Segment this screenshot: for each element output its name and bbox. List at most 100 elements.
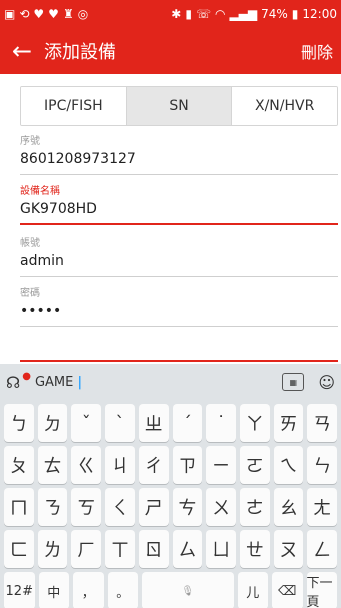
key[interactable]: ㄛ xyxy=(239,446,270,484)
back-arrow-icon: ← xyxy=(11,37,33,65)
key[interactable]: ㄇ xyxy=(4,488,34,526)
tab-sn[interactable]: SN xyxy=(125,87,232,125)
serial-input[interactable]: 8601208973127 xyxy=(20,147,338,175)
key[interactable]: ㄠ xyxy=(273,488,304,526)
key[interactable]: ㄔ xyxy=(138,446,169,484)
key[interactable]: ㄉ xyxy=(37,404,68,442)
key[interactable]: ㄨ xyxy=(206,488,236,526)
message-icon: ▣ xyxy=(4,7,16,21)
account-input[interactable]: admin xyxy=(20,249,338,277)
keyboard-switch-icon[interactable]: ▦ xyxy=(282,373,305,391)
key[interactable]: ㄈ xyxy=(4,530,34,568)
key[interactable]: ˊ xyxy=(172,404,203,442)
key[interactable]: ˇ xyxy=(71,404,102,442)
divider xyxy=(20,360,338,362)
clock: 12:00 xyxy=(302,7,337,21)
key[interactable]: ㄕ xyxy=(138,488,169,526)
mic-icon: 🎙 xyxy=(181,585,195,597)
key[interactable]: ˙ xyxy=(206,404,236,442)
device-name-field[interactable]: 設備名稱 GK9708HD xyxy=(20,182,338,225)
key[interactable]: ˋ xyxy=(105,404,135,442)
key[interactable]: ㄝ xyxy=(239,530,270,568)
serial-field[interactable]: 序號 8601208973127 xyxy=(20,132,338,175)
password-label: 密碼 xyxy=(20,288,40,299)
page-title: 添加設備 xyxy=(44,42,116,63)
keyboard-row-2: ㄆ ㄊ ㄍ ㄐ ㄔ ㄗ ㄧ ㄛ ㄟ ㄣ xyxy=(0,446,341,484)
key[interactable]: ㄡ xyxy=(273,530,304,568)
key[interactable]: ㄢ xyxy=(307,404,338,442)
app-icon: ♜ xyxy=(62,7,74,21)
language-key[interactable]: 中 xyxy=(38,572,69,608)
key[interactable]: ㄌ xyxy=(37,530,68,568)
key[interactable]: ㄅ xyxy=(4,404,34,442)
symbols-key[interactable]: 12# xyxy=(4,572,35,608)
next-page-key[interactable]: 下一頁 xyxy=(306,572,337,608)
er-key[interactable]: 儿 xyxy=(237,572,268,608)
tab-ipc-fish[interactable]: IPC/FISH xyxy=(21,87,126,125)
key[interactable]: ㄚ xyxy=(239,404,270,442)
soft-keyboard: ☊ ● GAME | ▦ ☺ ㄅ ㄉ ˇ ˋ ㄓ ˊ ˙ ㄚ ㄞ ㄢ ㄆ ㄊ ㄍ… xyxy=(0,364,341,608)
key[interactable]: ㄣ xyxy=(307,446,338,484)
keyboard-row-4: ㄈ ㄌ ㄏ ㄒ ㄖ ㄙ ㄩ ㄝ ㄡ ㄥ xyxy=(0,530,341,568)
key[interactable]: ㄟ xyxy=(273,446,304,484)
keyboard-row-1: ㄅ ㄉ ˇ ˋ ㄓ ˊ ˙ ㄚ ㄞ ㄢ xyxy=(0,404,341,442)
heart-icon: ♥ xyxy=(33,7,45,21)
key[interactable]: ㄗ xyxy=(172,446,203,484)
key[interactable]: ㄘ xyxy=(172,488,203,526)
period-key[interactable]: 。 xyxy=(107,572,138,608)
status-bar: ▣ ⟲ ♥ ♥ ♜ ◎ ✱ ▮ ☏ ◠ ▂▄▆ 74% ▮ 12:00 xyxy=(0,0,341,28)
space-key[interactable]: 🎙 xyxy=(142,572,234,608)
app-icon: ◎ xyxy=(77,7,89,21)
key[interactable]: ㄖ xyxy=(138,530,169,568)
signal-icon: ▂▄▆ xyxy=(229,7,258,21)
key[interactable]: ㄧ xyxy=(206,446,236,484)
key[interactable]: ㄓ xyxy=(138,404,169,442)
key[interactable]: ㄞ xyxy=(273,404,304,442)
battery-percent: 74% xyxy=(261,7,288,21)
keyboard-row-3: ㄇ ㄋ ㄎ ㄑ ㄕ ㄘ ㄨ ㄜ ㄠ ㄤ xyxy=(0,488,341,526)
delete-button[interactable]: 刪除 xyxy=(301,39,341,63)
serial-label: 序號 xyxy=(20,136,40,147)
password-input[interactable]: ••••• xyxy=(20,299,338,327)
keyboard-toolbar: ☊ ● GAME | ▦ ☺ xyxy=(0,364,341,400)
key[interactable]: ㄩ xyxy=(206,530,236,568)
notification-dot-icon: ● xyxy=(22,370,31,382)
key[interactable]: ㄑ xyxy=(105,488,135,526)
backspace-key[interactable]: ⌫ xyxy=(272,572,303,608)
password-field[interactable]: 密碼 ••••• xyxy=(20,284,338,327)
notification-icons: ▣ ⟲ ♥ ♥ ♜ ◎ xyxy=(4,8,88,20)
keyboard-bottom-row: 12# 中 ， 。 🎙 儿 ⌫ 下一頁 xyxy=(0,572,341,608)
nfc-icon: ▮ xyxy=(185,7,192,21)
key[interactable]: ㄏ xyxy=(71,530,102,568)
tab-xnhvr[interactable]: X/N/HVR xyxy=(231,87,337,125)
key[interactable]: ㄍ xyxy=(71,446,102,484)
key[interactable]: ㄋ xyxy=(37,488,68,526)
key[interactable]: ㄐ xyxy=(105,446,135,484)
back-button[interactable]: ← xyxy=(0,28,44,74)
account-label: 帳號 xyxy=(20,238,40,249)
sync-icon: ⟲ xyxy=(19,7,30,21)
keyboard-mode-label[interactable]: GAME xyxy=(35,375,73,390)
key[interactable]: ㄜ xyxy=(239,488,270,526)
wifi-icon: ◠ xyxy=(214,7,226,21)
app-bar: ← 添加設備 刪除 xyxy=(0,28,341,74)
device-name-input[interactable]: GK9708HD xyxy=(20,197,338,225)
emoji-icon[interactable]: ☺ xyxy=(318,373,335,392)
battery-icon: ▮ xyxy=(291,7,299,21)
key[interactable]: ㄥ xyxy=(307,530,338,568)
device-name-label: 設備名稱 xyxy=(20,186,60,197)
key[interactable]: ㄊ xyxy=(37,446,68,484)
account-field[interactable]: 帳號 admin xyxy=(20,234,338,277)
voice-icon[interactable]: ☊ xyxy=(6,373,20,392)
key[interactable]: ㄤ xyxy=(307,488,338,526)
key[interactable]: ㄆ xyxy=(4,446,34,484)
cursor-icon: | xyxy=(77,374,83,390)
comma-key[interactable]: ， xyxy=(73,572,104,608)
call-icon: ☏ xyxy=(195,7,211,21)
bluetooth-icon: ✱ xyxy=(171,7,182,21)
key[interactable]: ㄒ xyxy=(105,530,135,568)
key[interactable]: ㄙ xyxy=(172,530,203,568)
type-tabs: IPC/FISH SN X/N/HVR xyxy=(20,86,338,126)
key[interactable]: ㄎ xyxy=(71,488,102,526)
heart-icon: ♥ xyxy=(48,7,59,21)
